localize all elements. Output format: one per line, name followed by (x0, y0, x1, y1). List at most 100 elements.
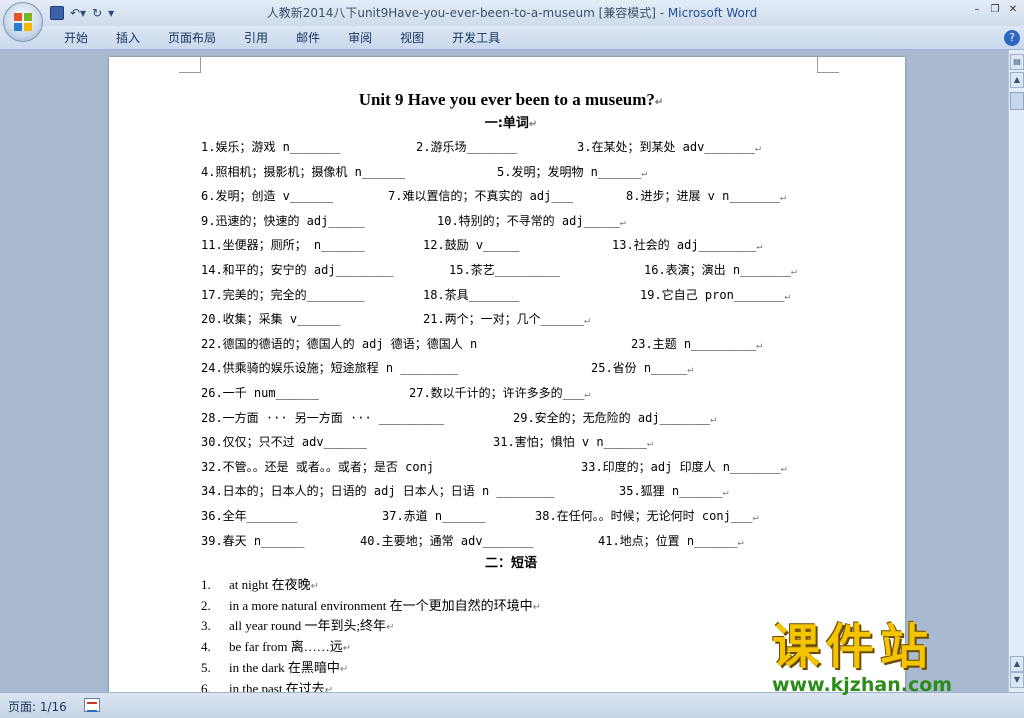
vocab-item: 20.收集；采集 v______ (201, 312, 341, 327)
vocab-item: 15.茶艺_________ (449, 262, 560, 277)
paragraph-mark: ↵ (722, 487, 729, 499)
vocab-item: 8.进步；进展 v n_______↵ (626, 189, 786, 204)
vocab-item: 1.娱乐；游戏 n_______ (201, 140, 341, 154)
paragraph-mark: ↵ (756, 339, 763, 351)
ribbon-tabs: 开始 插入 页面布局 引用 邮件 审阅 视图 开发工具 ? (0, 26, 1024, 50)
vocab-item: 30.仅仅；只不过 adv______ (201, 435, 367, 450)
paragraph-mark: ↵ (324, 684, 334, 692)
paragraph-mark: ↵ (687, 364, 694, 376)
ruler-toggle-icon[interactable]: ▤ (1010, 54, 1024, 70)
vocab-item: 11.坐便器；厕所； n______ (201, 238, 365, 253)
paragraph-mark: ↵ (780, 462, 787, 474)
vocab-item: 10.特别的；不寻常的 adj_____↵ (437, 213, 626, 228)
paragraph-mark: ↵ (310, 581, 319, 593)
paragraph-mark: ↵ (784, 290, 791, 302)
vocab-item: 14.和平的；安宁的 adj________ (201, 262, 394, 277)
document-title-text: 人教新2014八下unit9Have-you-ever-been-to-a-mu… (266, 6, 668, 20)
paragraph-mark: ↵ (754, 143, 761, 154)
tab-insert[interactable]: 插入 (102, 30, 154, 46)
vocab-item: 7.难以置信的；不真实的 adj___ (388, 189, 574, 204)
title-bar: ↶▾ ↻ ▾ 人教新2014八下unit9Have-you-ever-been-… (0, 0, 1024, 42)
paragraph-mark: ↵ (710, 413, 717, 425)
vocab-item: 24.供乘骑的娱乐设施；短途旅程 n ________ (201, 361, 459, 376)
vocab-item: 35.狐狸 n______↵ (619, 484, 729, 499)
vocab-item: 2.游乐场_______ (416, 140, 518, 154)
vocab-row: 30.仅仅；只不过 adv______ 31.害怕；惧怕 v n______↵ (201, 430, 821, 455)
paragraph-mark: ↵ (779, 192, 786, 204)
vocab-item: 38.在任何。。时候；无论何时 conj___↵ (535, 508, 759, 523)
vocab-item: 39.春天 n______ (201, 533, 305, 548)
paragraph-mark: ↵ (619, 216, 626, 228)
vocab-item: 23.主题 n_________↵ (631, 336, 763, 351)
vocab-item: 6.发明；创造 v______ (201, 189, 334, 204)
restore-icon[interactable]: ❐ (988, 3, 1002, 17)
vocab-item: 37.赤道 n______ (382, 508, 486, 523)
vocab-item: 12.鼓励 v_____ (423, 238, 520, 253)
document-workspace: Unit 9 Have you ever been to a museum?↵ … (0, 50, 1008, 692)
paragraph-mark: ↵ (339, 663, 349, 675)
minimize-icon[interactable]: – (970, 3, 984, 17)
vertical-scrollbar[interactable]: ▤ ▲ ▲ ▼ (1008, 50, 1024, 692)
vocab-row: 36.全年_______ 37.赤道 n______ 38.在任何。。时候；无论… (201, 504, 821, 529)
window-title: 人教新2014八下unit9Have-you-ever-been-to-a-mu… (0, 4, 1024, 21)
vocab-row: 24.供乘骑的娱乐设施；短途旅程 n ________ 25.省份 n_____… (201, 356, 821, 381)
document-page[interactable]: Unit 9 Have you ever been to a museum?↵ … (109, 57, 905, 692)
vocab-item: 26.一千 num______ (201, 385, 319, 400)
vocab-item: 21.两个；一对；几个______↵ (423, 312, 591, 327)
vocab-row: 1.娱乐；游戏 n_______ 2.游乐场_______ 3.在某处；到某处 … (201, 135, 821, 160)
vocab-item: 3.在某处；到某处 adv_______↵ (577, 140, 761, 154)
help-icon[interactable]: ? (1004, 30, 1020, 46)
vocab-item: 13.社会的 adj________↵ (612, 238, 763, 253)
scroll-up-icon[interactable]: ▲ (1010, 72, 1024, 88)
phrase-item: 3. all year round 一年到头;终年↵ (201, 618, 395, 634)
tab-mailings[interactable]: 邮件 (282, 30, 334, 46)
tab-developer[interactable]: 开发工具 (438, 30, 514, 46)
paragraph-mark: ↵ (584, 388, 591, 400)
vocab-item: 18.茶具_______ (423, 287, 520, 302)
vocab-row: 20.收集；采集 v______ 21.两个；一对；几个______↵ (201, 307, 821, 332)
office-button[interactable] (3, 2, 43, 42)
vocab-item: 29.安全的；无危险的 adj_______↵ (513, 410, 717, 425)
page-counter[interactable]: 页面: 1/16 (8, 698, 67, 715)
vocab-row: 9.迅速的；快速的 adj_____ 10.特别的；不寻常的 adj_____↵ (201, 209, 821, 234)
tab-review[interactable]: 审阅 (334, 30, 386, 46)
tab-view[interactable]: 视图 (386, 30, 438, 46)
vocab-row: 6.发明；创造 v______ 7.难以置信的；不真实的 adj___ 8.进步… (201, 184, 821, 209)
paragraph-mark: ↵ (756, 241, 763, 253)
tab-home[interactable]: 开始 (50, 30, 102, 46)
document-heading: Unit 9 Have you ever been to a museum?↵ (358, 90, 664, 109)
scroll-thumb[interactable] (1010, 92, 1024, 110)
vocab-row: 28.一方面 ··· 另一方面 ··· _________ 29.安全的；无危险… (201, 406, 821, 431)
vocab-row: 17.完美的；完全的________ 18.茶具_______ 19.它自己 p… (201, 283, 821, 308)
paragraph-mark: ↵ (386, 622, 395, 634)
window-controls: – ❐ ✕ (970, 3, 1020, 17)
paragraph-mark: ↵ (646, 438, 653, 450)
phrase-item: 1. at night 在夜晚↵ (201, 577, 319, 593)
vocab-item: 19.它自己 pron_______↵ (640, 287, 791, 302)
vocab-row: 34.日本的；日本人的；日语的 adj 日本人；日语 n ________ 35… (201, 479, 821, 504)
vocab-item: 27.数以千计的；许许多多的___↵ (409, 385, 591, 400)
paragraph-mark: ↵ (790, 265, 797, 277)
vocab-item: 5.发明；发明物 n______↵ (497, 164, 648, 179)
vocab-row: 26.一千 num______ 27.数以千计的；许许多多的___↵ (201, 381, 821, 406)
close-icon[interactable]: ✕ (1006, 3, 1020, 17)
proofing-icon[interactable] (84, 698, 100, 712)
vocab-item: 34.日本的；日本人的；日语的 adj 日本人；日语 n ________ (201, 484, 555, 499)
tab-references[interactable]: 引用 (230, 30, 282, 46)
vocab-row: 22.德国的德语的；德国人的 adj 德语；德国人 n 23.主题 n_____… (201, 332, 821, 357)
phrase-item: 6. in the past 在过去↵ (201, 679, 821, 692)
vocab-item: 32.不管。。还是 或者。。或者；是否 conj (201, 459, 435, 474)
vocab-item: 16.表演；演出 n_______↵ (644, 262, 797, 277)
vocab-item: 36.全年_______ (201, 508, 298, 523)
margin-corner-mark (817, 57, 839, 73)
vocab-item: 9.迅速的；快速的 adj_____ (201, 213, 365, 228)
app-name: Microsoft Word (667, 6, 758, 20)
vocab-item: 41.地点；位置 n______↵ (598, 533, 744, 548)
paragraph-mark: ↵ (641, 167, 648, 179)
vocab-item: 17.完美的；完全的________ (201, 287, 365, 302)
vocab-item: 22.德国的德语的；德国人的 adj 德语；德国人 n (201, 336, 478, 351)
previous-page-icon[interactable]: ▲ (1010, 656, 1024, 672)
tab-page-layout[interactable]: 页面布局 (154, 30, 230, 46)
next-page-icon[interactable]: ▼ (1010, 672, 1024, 688)
paragraph-mark: ↵ (752, 511, 759, 523)
